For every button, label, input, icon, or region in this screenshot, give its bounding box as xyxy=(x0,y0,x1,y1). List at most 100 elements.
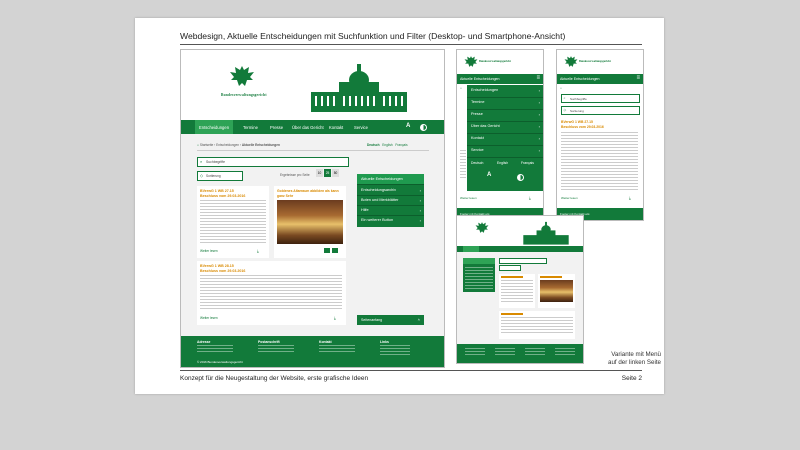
hamburger-icon[interactable]: ≡ xyxy=(636,75,640,81)
per-page-label: Ergebnisse pro Seite xyxy=(280,173,310,177)
card-date: Beschluss vom 29.03.2016 xyxy=(200,269,246,273)
search-input[interactable]: ⌕ Suchbegriffe xyxy=(197,157,349,167)
lang-fr[interactable]: Français xyxy=(395,143,407,147)
contrast-icon[interactable] xyxy=(420,124,427,131)
next-button[interactable] xyxy=(332,248,338,253)
language-switcher: Deutsch English Français xyxy=(367,143,408,147)
home-icon[interactable]: ⌂ xyxy=(560,86,562,90)
footer-col-title: Postanschrift xyxy=(258,340,280,344)
filter-select[interactable]: ◇ Sortierung xyxy=(197,171,243,181)
download-icon[interactable]: ⤓ xyxy=(629,195,631,200)
copyright: © 2016 Bundesverwaltungsgericht xyxy=(197,360,243,364)
court-building-icon xyxy=(311,64,407,112)
card-title[interactable]: Goldenes Altarraum abbilden als kann gan… xyxy=(277,189,343,198)
logo-text: Bundesverwaltungsgericht xyxy=(221,93,267,97)
contrast-icon[interactable] xyxy=(517,174,524,181)
footer-col-text xyxy=(555,348,575,356)
filter-label: Sortierung xyxy=(570,108,584,113)
side-item-weiterer[interactable]: Ein weiterer Button › xyxy=(357,215,424,225)
lang-fr[interactable]: Français xyxy=(521,161,534,165)
breadcrumb-item-current: Aktuelle Entscheidungen xyxy=(241,143,280,147)
download-icon[interactable]: ⤓ xyxy=(257,248,259,253)
variant-header xyxy=(457,216,583,246)
filter-select[interactable]: ◇ Sortierung xyxy=(561,106,640,115)
read-more-link[interactable]: Weiter lesen xyxy=(561,196,578,200)
mobile-header-title: Aktuelle Entscheidungen xyxy=(560,77,600,81)
download-icon[interactable]: ⤓ xyxy=(529,195,531,200)
footer-col-text xyxy=(380,345,410,357)
logo-text: Bundesverwaltungsgericht xyxy=(579,60,611,63)
home-icon[interactable]: ⌂ xyxy=(197,143,199,147)
read-more-link[interactable]: Weiter lesen xyxy=(460,196,477,200)
lang-en[interactable]: English xyxy=(382,143,392,147)
eagle-logo-icon xyxy=(475,222,489,233)
caption-line-1: Variante mit Menü xyxy=(611,351,661,358)
search-icon: ⌕ xyxy=(563,95,566,100)
card-title-line xyxy=(540,276,562,278)
per-page-50[interactable]: 50 xyxy=(332,169,339,177)
footer-col-text xyxy=(197,345,233,354)
desktop-footer: Adresse Postanschrift Kontakt Links © 20… xyxy=(181,336,444,367)
card-body-text xyxy=(200,275,342,311)
lang-de[interactable]: Deutsch xyxy=(471,161,483,165)
eagle-logo-icon xyxy=(464,56,478,67)
slide-footer-right: Seite 2 xyxy=(621,375,642,382)
menu-item-service[interactable]: Service › xyxy=(467,145,543,158)
card-body-text xyxy=(501,317,573,335)
slide: Webdesign, Aktuelle Entscheidungen mit S… xyxy=(135,18,664,394)
image-card[interactable]: Goldenes Altarraum abbilden als kann gan… xyxy=(274,186,346,258)
side-item-aktuelle[interactable]: Aktuelle Entscheidungen xyxy=(357,174,424,185)
lang-de[interactable]: Deutsch xyxy=(367,143,380,147)
card-title[interactable]: BVerwG 1 WB 27.15 xyxy=(200,189,234,193)
decision-card[interactable]: BVerwG 1 WB 27.15 Beschluss vom 29.03.20… xyxy=(197,186,269,258)
nav-item-entscheidungen[interactable]: Entscheidungen xyxy=(199,125,229,130)
logo-text: Bundesverwaltungsgericht xyxy=(479,60,511,63)
search-input[interactable] xyxy=(499,258,547,264)
search-icon: ⌕ xyxy=(200,159,203,164)
font-size-icon[interactable]: A xyxy=(406,123,410,129)
search-input[interactable]: ⌕ Suchbegriffe xyxy=(561,94,640,103)
hamburger-icon[interactable]: ≡ xyxy=(536,75,540,81)
mobile-content-mockup: Bundesverwaltungsgericht Aktuelle Entsch… xyxy=(556,49,644,221)
court-building-icon xyxy=(523,221,569,245)
breadcrumb: ⌂ Startseite › Entscheidungen › Aktuelle… xyxy=(197,143,280,147)
mobile-header-title: Aktuelle Entscheidungen xyxy=(460,77,500,81)
card-date: Beschluss vom 29.03.2016 xyxy=(561,125,604,129)
lang-en[interactable]: English xyxy=(497,161,508,165)
divider xyxy=(197,150,429,151)
mobile-menu-mockup: Bundesverwaltungsgericht Aktuelle Entsch… xyxy=(456,49,544,221)
footer-col-text xyxy=(525,348,545,356)
eagle-logo-icon xyxy=(230,66,254,86)
decision-card[interactable] xyxy=(499,311,575,339)
chevron-up-icon: ˄ xyxy=(417,317,420,322)
card-title[interactable]: BVerwG 1 WB 27.15 xyxy=(561,120,593,124)
decision-card[interactable]: BVerwG 1 WB 28.15 Beschluss vom 29.03.20… xyxy=(197,261,346,325)
nav-item-presse[interactable]: Presse xyxy=(270,125,283,130)
mobile-header-bar: Aktuelle Entscheidungen ≡ xyxy=(557,74,643,84)
home-icon[interactable]: ⌂ xyxy=(460,86,462,90)
filter-select[interactable] xyxy=(499,265,521,271)
download-icon[interactable]: ⤓ xyxy=(334,315,336,320)
per-page-10[interactable]: 10 xyxy=(316,169,323,177)
caption-line-2: auf der linken Seite xyxy=(608,359,661,366)
nav-item-termine[interactable]: Termine xyxy=(243,125,258,130)
breadcrumb-item-home[interactable]: Startseite xyxy=(200,143,213,147)
prev-button[interactable] xyxy=(324,248,330,253)
nav-item-gericht[interactable]: Über das Gericht xyxy=(292,125,324,130)
filter-icon: ◇ xyxy=(200,173,204,178)
font-size-icon[interactable]: A xyxy=(487,172,491,178)
nav-item-kontakt[interactable]: Kontakt xyxy=(329,125,343,130)
nav-item-service[interactable]: Service xyxy=(354,125,368,130)
read-more-link[interactable]: Weiter lesen xyxy=(200,249,218,253)
variant-side-menu[interactable] xyxy=(463,258,495,292)
variant-caption: Variante mit Menü auf der linken Seite xyxy=(588,351,661,367)
decision-card[interactable] xyxy=(499,274,535,308)
per-page-25[interactable]: 25 xyxy=(324,169,331,177)
image-card[interactable] xyxy=(538,274,575,308)
back-to-top-button[interactable]: Seitenanfang ˄ xyxy=(357,315,424,325)
card-title[interactable]: BVerwG 1 WB 28.15 xyxy=(200,264,234,268)
desktop-mockup: Bundesverwaltungsgericht Entscheidungen … xyxy=(180,49,445,368)
read-more-link[interactable]: Weiter lesen xyxy=(200,316,218,320)
breadcrumb-item-entscheidungen[interactable]: Entscheidungen xyxy=(216,143,239,147)
card-body-text xyxy=(501,280,533,304)
